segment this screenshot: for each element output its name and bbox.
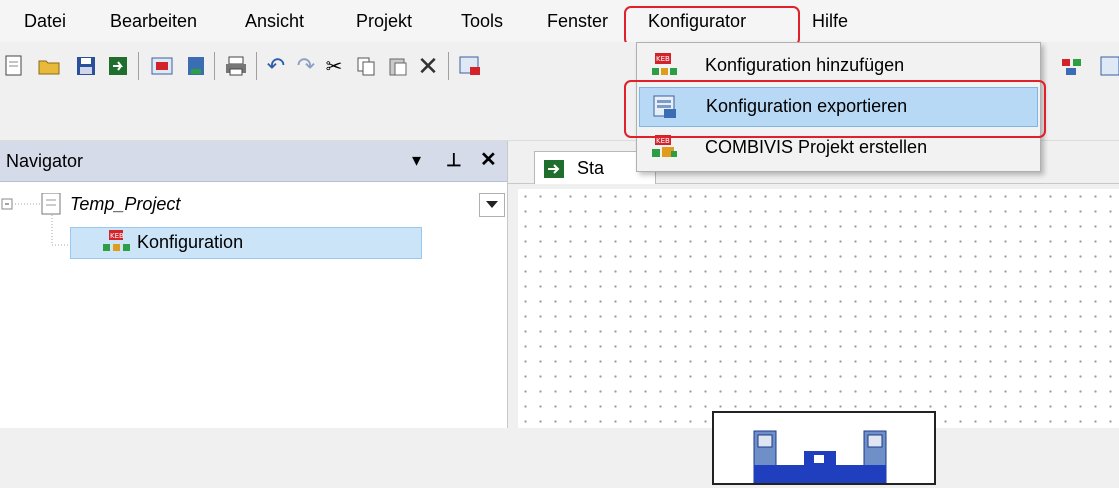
navigator-header: Navigator ▾ ⊥ ✕ — [0, 141, 507, 182]
keb-config-icon[interactable] — [148, 52, 176, 80]
menu-tools[interactable]: Tools — [461, 7, 503, 35]
print-icon[interactable] — [222, 52, 250, 80]
svg-text:KEB: KEB — [110, 232, 124, 240]
menu-item-label: COMBIVIS Projekt erstellen — [705, 137, 928, 157]
menu-hilfe[interactable]: Hilfe — [812, 7, 848, 35]
panel-icon[interactable] — [1096, 52, 1119, 80]
menu-ansicht[interactable]: Ansicht — [245, 7, 304, 35]
tab-start-label: Sta — [577, 158, 605, 178]
open-folder-icon[interactable] — [36, 52, 64, 80]
menu-item-label: Konfiguration hinzufügen — [705, 55, 905, 75]
start-icon — [544, 160, 564, 178]
copy-icon[interactable] — [352, 52, 380, 80]
tree-dropdown-arrow[interactable] — [479, 193, 505, 217]
cut-icon[interactable]: ✂ — [320, 52, 348, 80]
tree-lines-icon — [1, 193, 70, 246]
keb-config-add-icon: KEB — [652, 53, 677, 75]
tree-item-label: Konfiguration — [137, 232, 244, 252]
undo-icon[interactable]: ↶ — [262, 52, 290, 80]
editor-area: Sta — [508, 141, 1119, 485]
menu-item-combivis-projekt-erstellen[interactable]: KEB COMBIVIS Projekt erstellen — [639, 129, 1036, 167]
navigator-title: Navigator — [6, 151, 84, 171]
tree-root-label: Temp_Project — [70, 194, 181, 214]
menu-projekt[interactable]: Projekt — [356, 7, 412, 35]
import-icon[interactable] — [104, 52, 132, 80]
delete-icon[interactable]: ✕ — [414, 51, 442, 81]
menu-datei[interactable]: Datei — [24, 7, 66, 35]
device-icon[interactable] — [182, 52, 210, 80]
menu-bearbeiten[interactable]: Bearbeiten — [110, 7, 197, 35]
tree-item-konfiguration[interactable]: KEB Konfiguration — [70, 227, 422, 259]
keb-modules-icon[interactable] — [1058, 52, 1086, 80]
device-block[interactable] — [712, 411, 936, 485]
export-icon — [653, 95, 676, 118]
menu-item-konfiguration-exportieren[interactable]: Konfiguration exportieren — [639, 87, 1038, 127]
save-icon[interactable] — [72, 52, 100, 80]
close-icon[interactable]: ✕ — [480, 149, 497, 171]
svg-text:KEB: KEB — [656, 137, 670, 145]
konfigurator-dropdown: KEB Konfiguration hinzufügen Konfigurati… — [636, 42, 1041, 172]
redo-icon[interactable]: ↷ — [292, 52, 320, 80]
menu-fenster[interactable]: Fenster — [547, 7, 608, 35]
keb-config-icon: KEB — [103, 230, 130, 251]
paste-icon[interactable] — [384, 52, 412, 80]
menu-bar: Datei Bearbeiten Ansicht Projekt Tools F… — [0, 0, 1119, 42]
new-file-icon[interactable] — [0, 52, 28, 80]
navigator-panel: Navigator ▾ ⊥ ✕ Temp_Project KEB Konfigu… — [0, 141, 508, 428]
pin-icon[interactable]: ⊥ — [446, 149, 462, 171]
menu-item-label: Konfiguration exportieren — [706, 96, 908, 116]
keb-export-icon[interactable] — [456, 52, 484, 80]
design-canvas[interactable] — [518, 189, 1119, 485]
svg-text:KEB: KEB — [656, 55, 670, 63]
combivis-project-icon: KEB — [652, 135, 677, 157]
device-icon — [753, 430, 887, 484]
menu-konfigurator[interactable]: Konfigurator — [648, 7, 746, 35]
panel-menu-icon[interactable]: ▾ — [412, 149, 421, 171]
menu-item-konfiguration-hinzufuegen[interactable]: KEB Konfiguration hinzufügen — [639, 47, 1036, 85]
